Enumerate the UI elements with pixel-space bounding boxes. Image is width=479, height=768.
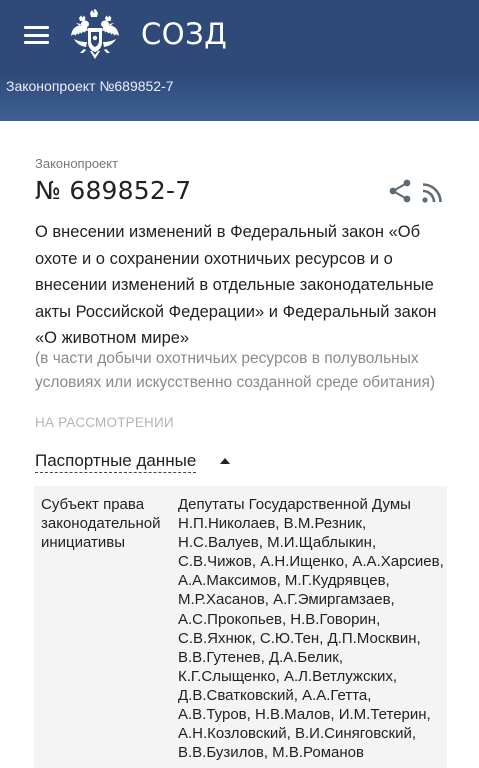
- share-icon[interactable]: [389, 179, 411, 203]
- rss-icon[interactable]: [422, 183, 442, 203]
- initiator-line: Н.С.Валуев, М.И.Щаблыкин,: [178, 534, 377, 552]
- initiator-line: В.В.Гутенев, Д.А.Белик,: [178, 648, 343, 666]
- initiator-line: А.А.Максимов, М.Г.Кудрявцев,: [178, 572, 390, 590]
- status-badge: НА РАССМОТРЕНИИ: [35, 415, 174, 430]
- initiator-line: С.В.Чижов, А.Н.Ищенко, А.А.Харсиев,: [178, 553, 444, 571]
- breadcrumb[interactable]: Законопроект №689852-7: [6, 78, 174, 94]
- initiator-line: А.В.Туров, Н.В.Малов, И.М.Тетерин,: [178, 706, 431, 724]
- app-title: СОЗД: [141, 17, 228, 51]
- initiator-line: Депутаты Государственной Думы: [178, 496, 411, 513]
- passport-data-panel: Субъект права законодательной инициативы…: [34, 486, 447, 768]
- initiator-line: М.Р.Хасанов, А.Г.Эмиргамзаев,: [178, 591, 395, 609]
- initiator-line: С.В.Яхнюк, С.Ю.Тен, Д.П.Москвин,: [178, 629, 421, 647]
- caret-up-icon[interactable]: [220, 458, 230, 464]
- top-app-bar: СОЗД: [0, 0, 479, 72]
- initiator-line: В.В.Бузилов, М.В.Романов: [178, 744, 364, 762]
- bill-number: № 689852-7: [35, 176, 192, 205]
- initiator-line: Д.В.Сватковский, А.А.Гетта,: [178, 686, 372, 704]
- russian-coat-of-arms-emblem[interactable]: [70, 9, 120, 61]
- initiator-line: Н.П.Николаев, В.М.Резник,: [178, 515, 367, 533]
- initiator-line: А.С.Прокопьев, Н.В.Говорин,: [178, 610, 381, 628]
- passport-row-value: Депутаты Государственной Думы Н.П.Никола…: [178, 495, 446, 762]
- initiator-line: А.Н.Козловский, В.И.Синяговский,: [178, 725, 417, 743]
- initiator-line: К.Г.Слыщенко, А.Л.Ветлужских,: [178, 667, 398, 685]
- bill-subject-note: (в части добычи охотничьих ресурсов в по…: [35, 350, 436, 391]
- document-type-label: Законопроект: [35, 156, 119, 171]
- passport-row-label: Субъект права законодательной инициативы: [41, 496, 161, 551]
- passport-data-toggle[interactable]: Паспортные данные: [35, 451, 197, 473]
- breadcrumb-bar: Законопроект №689852-7: [0, 72, 479, 121]
- hamburger-menu-icon[interactable]: [24, 26, 49, 44]
- bill-title: О внесении изменений в Федеральный закон…: [35, 223, 437, 347]
